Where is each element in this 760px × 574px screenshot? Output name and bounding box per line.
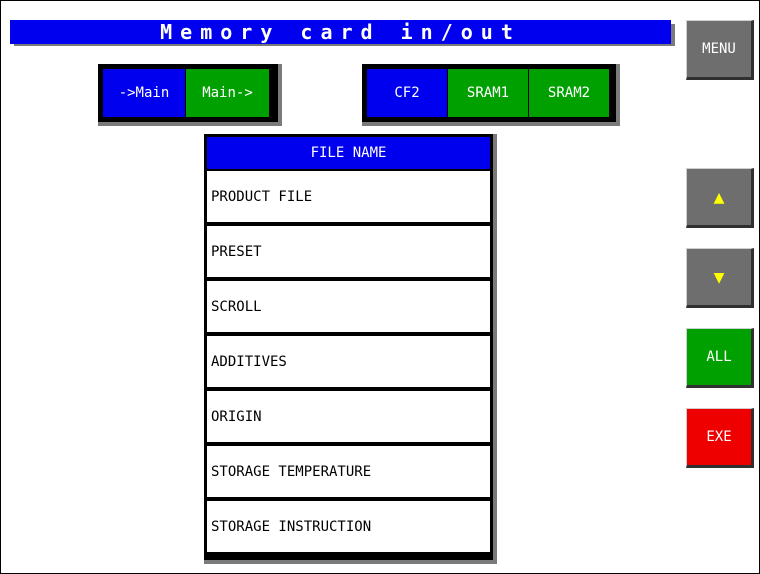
sram1-button[interactable]: SRAM1 (448, 69, 528, 117)
file-row-origin[interactable]: ORIGIN (207, 391, 490, 442)
to-main-button[interactable]: ->Main (103, 69, 185, 117)
file-row-label: PRODUCT FILE (211, 188, 313, 205)
to-main-label: ->Main (118, 85, 170, 101)
file-row-label: STORAGE INSTRUCTION (211, 518, 372, 535)
file-row-preset[interactable]: PRESET (207, 226, 490, 277)
exe-label: EXE (706, 429, 732, 445)
cf2-button[interactable]: CF2 (367, 69, 447, 117)
file-row-label: ORIGIN (211, 408, 262, 425)
file-list-header-label: FILE NAME (310, 145, 387, 161)
file-row-label: STORAGE TEMPERATURE (211, 463, 372, 480)
all-label: ALL (706, 349, 732, 365)
direction-group: ->Main Main-> (98, 64, 282, 126)
from-main-label: Main-> (202, 85, 253, 101)
menu-button[interactable]: MENU (686, 20, 754, 80)
menu-label: MENU (702, 41, 736, 57)
sram1-label: SRAM1 (466, 85, 510, 101)
up-arrow-icon: ▲ (713, 186, 725, 208)
cf2-label: CF2 (394, 85, 420, 101)
screen-title: Memory card in/out (10, 20, 671, 44)
file-row-scroll[interactable]: SCROLL (207, 281, 490, 332)
file-row-storage-temperature[interactable]: STORAGE TEMPERATURE (207, 446, 490, 497)
file-list-header: FILE NAME (207, 137, 490, 169)
sram2-label: SRAM2 (547, 85, 591, 101)
all-button[interactable]: ALL (686, 328, 754, 388)
file-row-storage-instruction[interactable]: STORAGE INSTRUCTION (207, 501, 490, 552)
sram2-button[interactable]: SRAM2 (529, 69, 609, 117)
storage-group: CF2 SRAM1 SRAM2 (362, 64, 620, 126)
exe-button[interactable]: EXE (686, 408, 754, 468)
down-arrow-icon: ▼ (713, 266, 725, 288)
scroll-down-button[interactable]: ▼ (686, 248, 754, 308)
file-row-label: PRESET (211, 243, 262, 260)
file-row-label: SCROLL (211, 298, 262, 315)
from-main-button[interactable]: Main-> (186, 69, 269, 117)
file-row-product-file[interactable]: PRODUCT FILE (207, 171, 490, 222)
scroll-up-button[interactable]: ▲ (686, 168, 754, 228)
file-row-label: ADDITIVES (211, 353, 287, 370)
file-list: FILE NAME PRODUCT FILE PRESET SCROLL ADD… (204, 134, 497, 564)
file-row-additives[interactable]: ADDITIVES (207, 336, 490, 387)
